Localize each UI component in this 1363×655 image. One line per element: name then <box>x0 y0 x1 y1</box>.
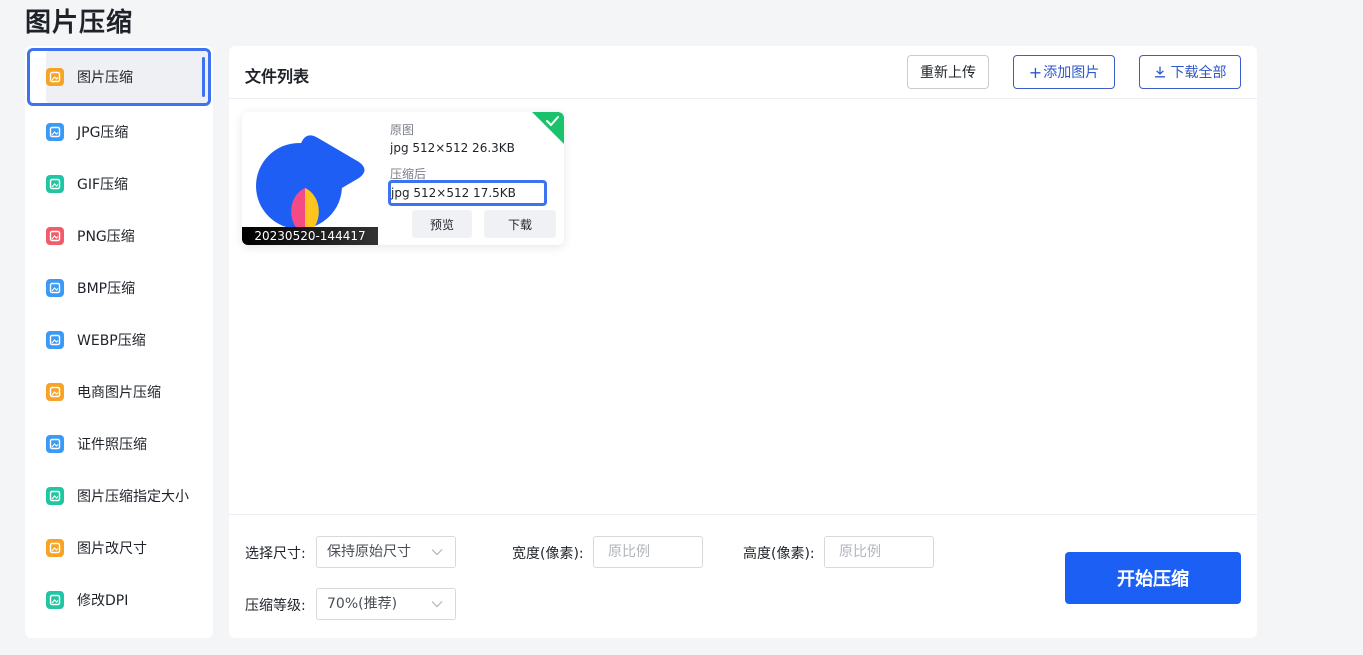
quality-select-label: 压缩等级: <box>245 598 306 614</box>
sidebar-item-2[interactable]: GIF压缩 <box>25 158 213 210</box>
download-button-label: 下载 <box>507 217 532 232</box>
bmp-compress-icon <box>46 279 64 297</box>
sidebar-item-label: GIF压缩 <box>77 177 129 193</box>
download-all-button[interactable]: 下载全部 <box>1139 55 1241 89</box>
height-input-placeholder: 原比例 <box>839 544 881 560</box>
original-label: 原图 <box>390 123 415 137</box>
main-panel: 文件列表 重新上传 + 添加图片 下载全部 20230520-144417 原图 <box>229 46 1257 638</box>
preview-button[interactable]: 预览 <box>412 210 472 238</box>
jpg-compress-icon <box>46 123 64 141</box>
sidebar-item-inner: 电商图片压缩 <box>46 366 213 418</box>
sidebar-item-label: 图片改尺寸 <box>77 541 147 557</box>
reupload-button-label: 重新上传 <box>920 65 976 81</box>
reupload-button[interactable]: 重新上传 <box>907 55 989 89</box>
gif-compress-icon <box>46 175 64 193</box>
file-list-title: 文件列表 <box>245 67 310 86</box>
sidebar-item-inner: 图片压缩指定大小 <box>46 470 213 522</box>
width-label: 宽度(像素): <box>512 546 584 562</box>
file-card: 20230520-144417 原图 jpg 512×512 26.3KB 压缩… <box>242 112 564 245</box>
preview-button-label: 预览 <box>429 217 454 232</box>
file-thumbnail[interactable]: 20230520-144417 <box>242 114 378 245</box>
image-compress-icon <box>46 68 64 86</box>
resize-icon <box>46 539 64 557</box>
sidebar-item-label: WEBP压缩 <box>77 333 146 349</box>
sidebar-item-0[interactable]: 图片压缩 <box>27 48 211 106</box>
webp-compress-icon <box>46 331 64 349</box>
page-title: 图片压缩 <box>25 8 134 38</box>
sidebar-item-8[interactable]: 图片压缩指定大小 <box>25 470 213 522</box>
sidebar-item-inner: 修改DPI <box>46 574 213 626</box>
add-image-button[interactable]: + 添加图片 <box>1013 55 1115 89</box>
sidebar-item-5[interactable]: WEBP压缩 <box>25 314 213 366</box>
sidebar-item-label: JPG压缩 <box>77 125 129 141</box>
width-input-placeholder: 原比例 <box>608 544 650 560</box>
sidebar-item-9[interactable]: 图片改尺寸 <box>25 522 213 574</box>
height-label: 高度(像素): <box>743 546 815 562</box>
sidebar-item-label: 图片压缩 <box>77 70 133 86</box>
compress-settings: 选择尺寸: 保持原始尺寸 宽度(像素): 原比例 高度(像素): 原比例 压缩等… <box>229 514 1257 638</box>
plus-icon: + <box>1028 62 1043 82</box>
quality-select[interactable]: 70%(推荐) <box>316 588 456 620</box>
app-logo-image <box>256 135 365 235</box>
sidebar-item-1[interactable]: JPG压缩 <box>25 106 213 158</box>
compressed-info: jpg 512×512 17.5KB <box>388 180 547 206</box>
sidebar-item-6[interactable]: 电商图片压缩 <box>25 366 213 418</box>
file-name: 20230520-144417 <box>242 227 378 245</box>
sidebar-item-7[interactable]: 证件照压缩 <box>25 418 213 470</box>
dpi-icon <box>46 591 64 609</box>
width-input[interactable]: 原比例 <box>593 536 703 568</box>
sidebar-item-label: 修改DPI <box>77 593 129 609</box>
sidebar-item-inner: BMP压缩 <box>46 262 213 314</box>
sidebar-item-label: BMP压缩 <box>77 281 136 297</box>
start-compress-button[interactable]: 开始压缩 <box>1065 552 1241 604</box>
sidebar-item-inner: JPG压缩 <box>46 106 213 158</box>
add-image-button-label: 添加图片 <box>1043 65 1100 81</box>
original-info: jpg 512×512 26.3KB <box>390 141 515 155</box>
sidebar-item-inner: PNG压缩 <box>46 210 213 262</box>
file-list-header: 文件列表 重新上传 + 添加图片 下载全部 <box>229 46 1257 99</box>
height-input[interactable]: 原比例 <box>824 536 934 568</box>
chevron-down-icon <box>431 601 443 608</box>
chevron-down-icon <box>431 549 443 556</box>
ecommerce-image-icon <box>46 383 64 401</box>
size-select[interactable]: 保持原始尺寸 <box>316 536 456 568</box>
sidebar-item-label: PNG压缩 <box>77 229 135 245</box>
sidebar-item-10[interactable]: 修改DPI <box>25 574 213 626</box>
download-button[interactable]: 下载 <box>484 210 556 238</box>
sidebar-item-inner: 证件照压缩 <box>46 418 213 470</box>
sidebar-item-4[interactable]: BMP压缩 <box>25 262 213 314</box>
sidebar-item-inner: WEBP压缩 <box>46 314 213 366</box>
sidebar-item-label: 电商图片压缩 <box>77 385 161 401</box>
start-compress-button-label: 开始压缩 <box>1117 569 1189 590</box>
png-compress-icon <box>46 227 64 245</box>
sidebar-item-label: 证件照压缩 <box>77 437 147 453</box>
download-icon <box>1154 66 1165 78</box>
sidebar-item-inner: 图片压缩 <box>46 51 208 103</box>
id-photo-icon <box>46 435 64 453</box>
sidebar-item-inner: 图片改尺寸 <box>46 522 213 574</box>
sidebar-item-label: 图片压缩指定大小 <box>77 489 189 505</box>
size-select-value: 保持原始尺寸 <box>327 544 411 560</box>
size-select-label: 选择尺寸: <box>245 546 306 562</box>
sidebar: 图片压缩 JPG压缩 GIF压缩 PNG压缩 BMP压缩 WEBP压缩 电商图片压缩 证件照压… <box>25 46 213 638</box>
size-target-icon <box>46 487 64 505</box>
sidebar-item-inner: GIF压缩 <box>46 158 213 210</box>
download-all-button-label: 下载全部 <box>1170 65 1227 81</box>
sidebar-item-3[interactable]: PNG压缩 <box>25 210 213 262</box>
done-check-icon <box>532 112 564 144</box>
quality-select-value: 70%(推荐) <box>327 596 398 612</box>
